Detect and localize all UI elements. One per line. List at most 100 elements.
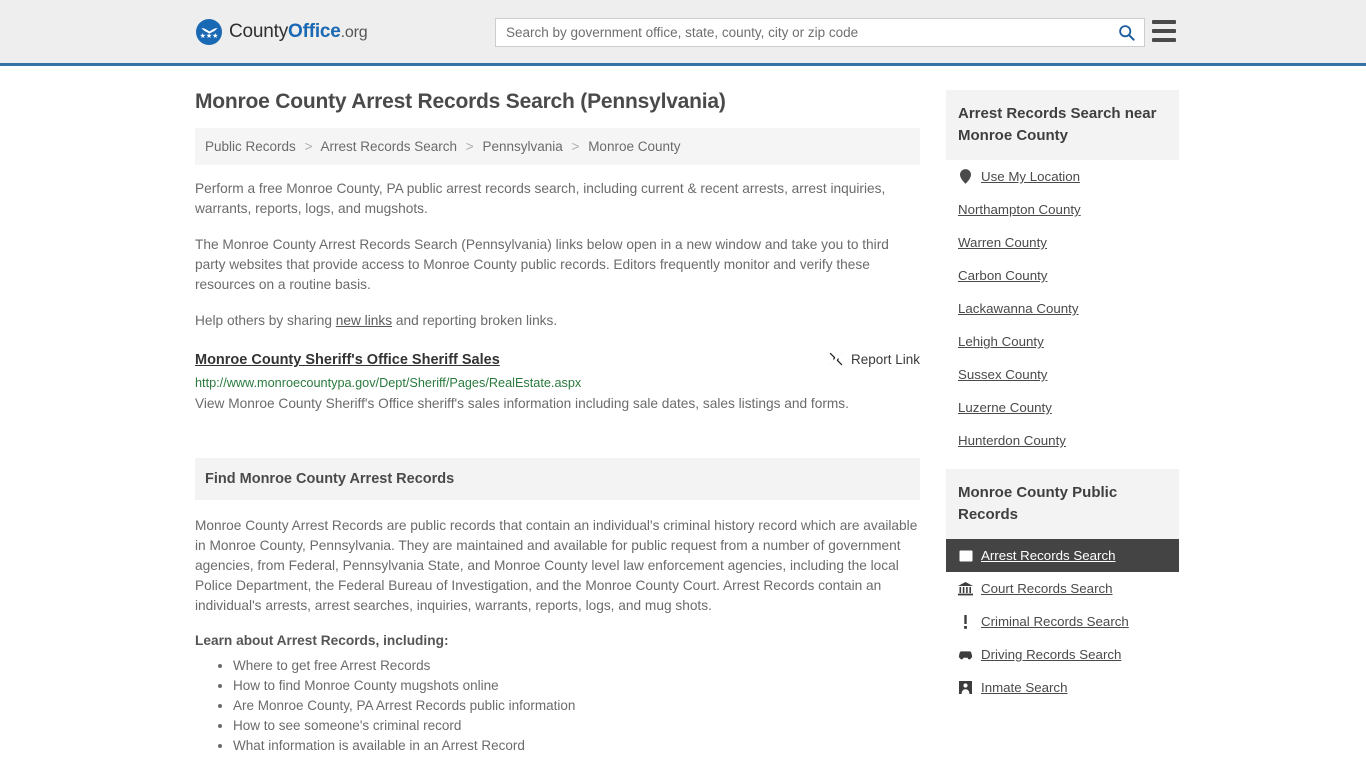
breadcrumb-item-monroe-county[interactable]: Monroe County [588,139,680,154]
share-prefix: Help others by sharing [195,313,336,328]
breadcrumb: Public Records > Arrest Records Search >… [195,128,920,165]
list-item: Lehigh County [946,325,1179,358]
sidebar-item-label: Lehigh County [958,334,1044,349]
search-button[interactable] [1108,19,1144,46]
sidebar-item-warren-county[interactable]: Warren County [946,226,1179,259]
sidebar-item-label: Court Records Search [981,581,1113,596]
list-item: Court Records Search [946,572,1179,605]
page-body: Monroe County Arrest Records Search (Pen… [0,66,1366,756]
public-records-list: Arrest Records Search Court Records Sear… [946,539,1179,704]
new-links-link[interactable]: new links [336,313,392,328]
list-item: Where to get free Arrest Records [233,656,920,676]
list-item: Inmate Search [946,671,1179,704]
result-item: Monroe County Sheriff's Office Sheriff S… [195,351,920,414]
site-logo[interactable]: ★★★ CountyOffice.org [196,19,368,45]
public-records-panel-heading: Monroe County Public Records [946,469,1179,539]
sidebar-item-sussex-county[interactable]: Sussex County [946,358,1179,391]
list-item: What information is available in an Arre… [233,736,920,756]
search-bar[interactable] [495,18,1145,47]
sidebar-item-use-my-location[interactable]: Use My Location [946,160,1179,193]
list-item: Northampton County [946,193,1179,226]
map-pin-icon [958,169,973,184]
list-item: How to find Monroe County mugshots onlin… [233,676,920,696]
sidebar-item-label: Warren County [958,235,1047,250]
sidebar-item-lackawanna-county[interactable]: Lackawanna County [946,292,1179,325]
sidebar-item-lehigh-county[interactable]: Lehigh County [946,325,1179,358]
intro-paragraph-1: Perform a free Monroe County, PA public … [195,181,886,216]
list-item: Arrest Records Search [946,539,1179,572]
logo-text-part2: Office [288,21,341,42]
list-item: Criminal Records Search [946,605,1179,638]
nearby-panel-heading: Arrest Records Search near Monroe County [946,90,1179,160]
sidebar-item-label: Inmate Search [981,680,1068,695]
sidebar-item-arrest-records-search[interactable]: Arrest Records Search [946,539,1179,572]
courthouse-icon [958,581,973,596]
share-paragraph: Help others by sharing new links and rep… [195,311,920,331]
nearby-county-list: Use My Location Northampton County Warre… [946,160,1179,457]
sidebar: Arrest Records Search near Monroe County… [946,66,1179,756]
logo-text-part1: County [229,21,289,42]
find-section-heading: Find Monroe County Arrest Records [195,458,920,500]
result-description: View Monroe County Sheriff's Office sher… [195,396,849,411]
sidebar-item-carbon-county[interactable]: Carbon County [946,259,1179,292]
id-card-icon [958,548,973,563]
report-link-button[interactable]: Report Link [818,351,920,367]
inmate-icon [958,680,973,695]
public-records-panel: Monroe County Public Records Arrest Reco… [946,469,1179,704]
learn-about-heading: Learn about Arrest Records, including: [195,633,449,648]
sidebar-item-driving-records-search[interactable]: Driving Records Search [946,638,1179,671]
sidebar-item-inmate-search[interactable]: Inmate Search [946,671,1179,704]
report-link-label: Report Link [850,351,920,367]
sidebar-item-label: Driving Records Search [981,647,1122,662]
logo-text-part3: .org [340,24,368,41]
breadcrumb-separator: > [304,139,313,154]
sidebar-item-court-records-search[interactable]: Court Records Search [946,572,1179,605]
stars-glyph: ★★★ [199,33,219,40]
result-header-row: Monroe County Sheriff's Office Sheriff S… [195,351,920,370]
list-item: Carbon County [946,259,1179,292]
list-item: Sussex County [946,358,1179,391]
sidebar-item-hunterdon-county[interactable]: Hunterdon County [946,424,1179,457]
hamburger-menu-icon[interactable] [1152,20,1176,42]
page-title: Monroe County Arrest Records Search (Pen… [195,90,726,113]
sidebar-item-luzerne-county[interactable]: Luzerne County [946,391,1179,424]
find-section-paragraph: Monroe County Arrest Records are public … [195,518,918,613]
sidebar-item-label: Criminal Records Search [981,614,1129,629]
hamburger-bar-3 [1152,38,1176,42]
list-item: Warren County [946,226,1179,259]
broken-link-icon [829,352,843,366]
breadcrumb-item-arrest-records-search[interactable]: Arrest Records Search [320,139,457,154]
hamburger-bar-2 [1152,29,1176,33]
share-suffix: and reporting broken links. [392,313,558,328]
sidebar-item-label: Luzerne County [958,400,1052,415]
intro-paragraph-2: The Monroe County Arrest Records Search … [195,237,889,292]
sidebar-item-label: Lackawanna County [958,301,1079,316]
breadcrumb-item-pennsylvania[interactable]: Pennsylvania [482,139,562,154]
nearby-panel: Arrest Records Search near Monroe County… [946,90,1179,457]
sidebar-item-label: Arrest Records Search [981,548,1116,563]
list-item: Driving Records Search [946,638,1179,671]
car-icon [958,647,973,662]
eagle-badge-icon: ★★★ [196,19,222,45]
result-title-link[interactable]: Monroe County Sheriff's Office Sheriff S… [195,351,500,370]
breadcrumb-item-public-records[interactable]: Public Records [205,139,296,154]
sidebar-item-label: Carbon County [958,268,1048,283]
breadcrumb-separator: > [465,139,474,154]
sidebar-item-label: Hunterdon County [958,433,1066,448]
hamburger-bar-1 [1152,20,1176,24]
list-item: Use My Location [946,160,1179,193]
search-input[interactable] [496,19,1108,46]
list-item: How to see someone's criminal record [233,716,920,736]
list-item: Lackawanna County [946,292,1179,325]
list-item: Luzerne County [946,391,1179,424]
result-url[interactable]: http://www.monroecountypa.gov/Dept/Sheri… [195,375,920,392]
exclamation-icon [958,614,973,629]
sidebar-item-label: Use My Location [981,169,1081,184]
content-container: Monroe County Arrest Records Search (Pen… [195,66,1179,756]
find-section-body: Monroe County Arrest Records are public … [195,500,920,756]
learn-about-list: Where to get free Arrest Records How to … [195,656,920,756]
sidebar-item-criminal-records-search[interactable]: Criminal Records Search [946,605,1179,638]
sidebar-item-northampton-county[interactable]: Northampton County [946,193,1179,226]
breadcrumb-separator: > [571,139,580,154]
list-item: Are Monroe County, PA Arrest Records pub… [233,696,920,716]
